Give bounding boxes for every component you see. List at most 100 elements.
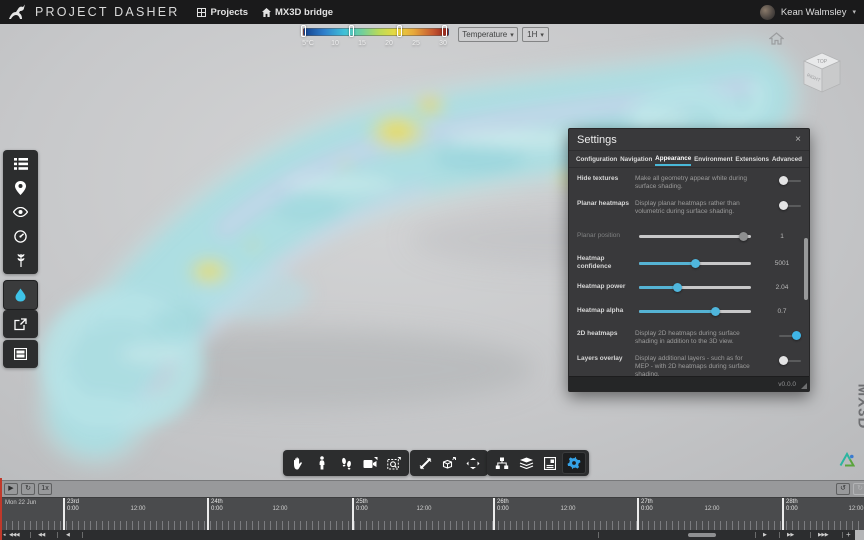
water-heatmap-button-active[interactable] [5,283,36,307]
camera-views-button[interactable] [358,452,382,474]
heatmap-power-slider[interactable] [639,286,751,289]
water-drop-icon [15,288,26,302]
layers-overlay-toggle[interactable] [779,356,801,365]
walk-button[interactable] [310,452,334,474]
timeline-scrollbar-thumb[interactable] [688,533,716,537]
orbit-fit-button[interactable] [461,452,485,474]
tab-extensions[interactable]: Extensions [735,153,769,165]
plant-icon [16,253,26,267]
scale-handle-max[interactable] [442,25,447,37]
rewind-1x-button[interactable]: ◀ [66,532,69,538]
day-label: 24th0:00 [211,499,223,512]
planar-position-slider[interactable] [639,235,751,238]
film-button[interactable] [5,342,36,366]
noon-label: 12:00 [126,506,150,512]
nav-projects[interactable]: Projects [197,7,248,18]
settings-button-active[interactable] [562,452,586,474]
undo-zoom-button[interactable]: ↺ [836,483,850,495]
slider-handle[interactable] [691,259,700,268]
hide-textures-toggle[interactable] [779,176,801,185]
user-avatar [760,5,775,20]
scale-handle-high[interactable] [397,25,402,37]
version-label: v0.0.0 [778,381,796,388]
scale-handle-min[interactable] [301,25,306,37]
slider-handle[interactable] [739,232,748,241]
settings-header[interactable]: Settings × [569,129,809,151]
hour-ticks [0,521,864,530]
tab-configuration[interactable]: Configuration [576,153,617,165]
explode-button[interactable] [437,452,461,474]
scale-handle-low[interactable] [349,25,354,37]
setting-label: Heatmap confidence [577,255,635,271]
pan-button[interactable] [286,452,310,474]
sensors-button[interactable] [5,248,36,272]
locations-button[interactable] [5,176,36,200]
dashboard-button[interactable] [5,224,36,248]
close-icon[interactable]: × [795,134,801,145]
tab-navigation[interactable]: Navigation [620,153,652,165]
setting-row-layers-overlay: Layers overlay Display additional layers… [569,350,809,376]
forward-3x-button[interactable]: ▶▶▶ [818,532,828,538]
forward-1x-button[interactable]: ▶ [763,532,766,538]
timeline-zoom-in-button[interactable]: + [846,530,851,539]
setting-description: Display additional layers - such as for … [635,355,757,376]
hand-icon [292,456,305,470]
tab-appearance[interactable]: Appearance [655,152,691,166]
timeline-ruler[interactable]: Mon 22 Jun 23rd0:00 24th0:00 25th0:00 26… [0,497,864,530]
slider-handle[interactable] [711,307,720,316]
nav-model[interactable]: MX3D bridge [262,7,333,18]
noon-label: 12:00 [700,506,724,512]
layers-button[interactable] [514,452,538,474]
visibility-button[interactable] [5,200,36,224]
share-icon [14,318,27,331]
user-menu[interactable]: Kean Walmsley ▾ [760,5,856,20]
step-back-button[interactable]: ◂ [3,532,5,538]
loop-button[interactable]: ↻ [21,483,35,495]
zoom-window-button[interactable] [382,452,406,474]
measure-button[interactable] [413,452,437,474]
interval-dropdown[interactable]: 1H ▾ [522,27,549,42]
speed-button[interactable]: 1x [38,483,52,495]
footprints-button[interactable] [334,452,358,474]
layers-icon [519,457,534,469]
list-view-button[interactable] [5,152,36,176]
slider-handle[interactable] [673,283,682,292]
redo-zoom-button[interactable]: ↻ [853,483,864,495]
settings-body: Hide textures Make all geometry appear w… [569,168,809,376]
viewport-3d[interactable]: 5°C 10 15 20 25 30 Temperature ▾ 1H ▾ TO… [0,24,864,480]
play-button[interactable]: ▶ [4,483,18,495]
mx3d-watermark: MX3D [855,380,864,434]
planar-heatmaps-toggle[interactable] [779,201,801,210]
settings-footer: v0.0.0 [569,376,809,391]
setting-label: Planar heatmaps [577,200,635,216]
heatmap-alpha-slider[interactable] [639,310,751,313]
resize-handle[interactable] [801,383,807,389]
timeline-corner-handle[interactable] [855,530,864,540]
share-button[interactable] [5,312,36,336]
heatmap-confidence-slider[interactable] [639,262,751,265]
view-cube[interactable]: TOP RIGHT [797,50,847,98]
measure-icon [419,457,432,470]
rewind-2x-button[interactable]: ◀◀ [38,532,45,538]
footprints-icon [341,457,352,470]
settings-scrollbar[interactable] [804,238,808,300]
forward-2x-button[interactable]: ▶▶ [787,532,794,538]
tab-environment[interactable]: Environment [694,153,733,165]
setting-row-planar-heatmaps: Planar heatmaps Display planar heatmaps … [569,195,809,220]
viewcube-top-label: TOP [817,59,828,65]
properties-button[interactable] [538,452,562,474]
gauge-icon [14,230,27,243]
home-view-button[interactable] [769,32,784,45]
interval-dropdown-label: 1H [527,30,537,39]
current-time-cursor[interactable] [0,478,2,540]
setting-label: Planar position [577,232,635,240]
timeline-start-label: Mon 22 Jun [5,500,36,506]
2d-heatmaps-toggle[interactable] [779,331,801,340]
temperature-dropdown[interactable]: Temperature ▾ [458,27,518,42]
rewind-3x-button[interactable]: ◀◀◀ [9,532,19,538]
setting-description: Make all geometry appear white during su… [635,175,757,191]
tab-advanced[interactable]: Advanced [772,153,802,165]
chevron-down-icon: ▾ [510,31,514,39]
setting-label: Layers overlay [577,355,635,376]
model-browser-button[interactable] [490,452,514,474]
